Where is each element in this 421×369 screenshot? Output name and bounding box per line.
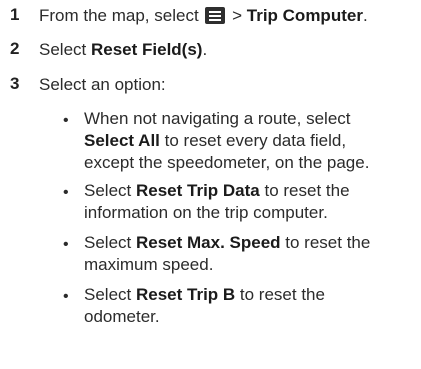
menu-icon xyxy=(205,7,226,24)
option-line: maximum speed. xyxy=(84,255,214,274)
bullet-symbol: • xyxy=(63,184,69,201)
step-text: Select an option: xyxy=(39,75,166,94)
reset-fields-label: Reset Field(s) xyxy=(90,40,203,59)
bullet-symbol: • xyxy=(63,288,69,305)
step-number: 2 xyxy=(10,39,20,58)
reset-trip-data-label: Reset Trip Data xyxy=(135,181,260,200)
reset-max-speed-label: Reset Max. Speed xyxy=(135,233,281,252)
option-text-post: to reset the xyxy=(259,181,350,200)
option-text: Select Reset Max. Speed to reset the max… xyxy=(84,232,414,276)
step-text-prefix: Select xyxy=(39,40,91,59)
trip-computer-label: Trip Computer xyxy=(246,6,363,25)
step-text-separator: > xyxy=(227,6,247,25)
option-text-post: to reset the xyxy=(235,285,325,304)
option-line: Select All to reset every data field, xyxy=(84,130,414,152)
option-line: odometer. xyxy=(84,307,160,326)
option-line: Select Reset Trip Data to reset the xyxy=(84,180,414,202)
option-text-pre: Select xyxy=(84,181,136,200)
select-all-label: Select All xyxy=(84,131,160,150)
option-line: except the speedometer, on the page. xyxy=(84,153,370,172)
option-text-post: to reset the xyxy=(280,233,371,252)
option-text: When not navigating a route, select Sele… xyxy=(84,108,414,174)
option-text-post: to reset every data field, xyxy=(159,131,347,150)
option-line: Select Reset Max. Speed to reset the xyxy=(84,232,414,254)
option-line: When not navigating a route, select xyxy=(84,109,351,128)
instruction-list: 1 From the map, select > Trip Computer. … xyxy=(0,0,421,369)
step-text: Select Reset Field(s). xyxy=(39,39,207,61)
option-line: information on the trip computer. xyxy=(84,203,328,222)
option-text-pre: Select xyxy=(84,285,136,304)
reset-trip-b-label: Reset Trip B xyxy=(135,285,236,304)
bullet-symbol: • xyxy=(63,236,69,253)
step-text-suffix: . xyxy=(362,6,368,25)
bullet-symbol: • xyxy=(63,112,69,129)
option-text-pre: Select xyxy=(84,233,136,252)
option-text: Select Reset Trip B to reset the odomete… xyxy=(84,284,414,328)
step-text-suffix: . xyxy=(202,40,208,59)
option-line: Select Reset Trip B to reset the xyxy=(84,284,414,306)
step-text: From the map, select > Trip Computer. xyxy=(39,5,368,27)
option-text: Select Reset Trip Data to reset the info… xyxy=(84,180,414,224)
step-number: 1 xyxy=(10,5,20,24)
step-number: 3 xyxy=(10,74,20,93)
step-text-prefix: From the map, select xyxy=(39,6,204,25)
